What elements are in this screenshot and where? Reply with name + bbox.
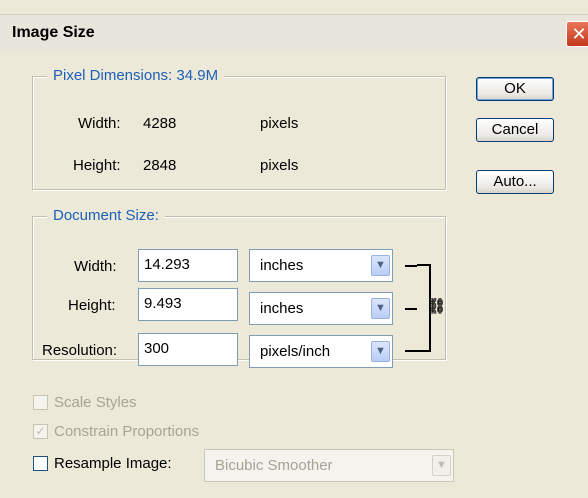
resolution-value: 300: [144, 340, 170, 357]
resolution-unit-select[interactable]: pixels/inch ▼: [249, 335, 393, 368]
doc-width-unit: inches: [260, 257, 304, 274]
pixel-dimensions-label: Pixel Dimensions:: [53, 67, 173, 84]
doc-height-label: Height:: [68, 297, 116, 314]
chevron-down-icon[interactable]: ▼: [371, 341, 390, 362]
doc-height-value: 9.493: [144, 295, 182, 312]
chevron-down-icon[interactable]: ▼: [371, 298, 390, 319]
dialog-body: Pixel Dimensions: 34.9M Width: 4288 pixe…: [0, 52, 588, 498]
doc-height-unit-select[interactable]: inches ▼: [249, 292, 393, 325]
pixel-dimensions-size: 34.9M: [176, 67, 219, 84]
pixel-dimensions-group: Pixel Dimensions: 34.9M Width: 4288 pixe…: [32, 67, 446, 190]
resample-image-label: Resample Image:: [54, 455, 172, 472]
scale-styles-checkbox[interactable]: [33, 395, 48, 410]
dialog-title: Image Size: [12, 24, 95, 41]
title-bar: Image Size ✕: [0, 14, 588, 52]
pixel-height-value: 2848: [143, 157, 177, 174]
resolution-label: Resolution:: [42, 342, 118, 359]
cancel-button[interactable]: Cancel: [476, 118, 554, 142]
doc-width-label: Width:: [74, 258, 117, 275]
document-size-legend: Document Size:: [47, 207, 165, 224]
scale-styles-label: Scale Styles: [54, 394, 137, 411]
resample-method: Bicubic Smoother: [215, 457, 333, 474]
pixel-height-label: Height:: [73, 157, 121, 174]
pixel-dimensions-legend: Pixel Dimensions: 34.9M: [47, 67, 225, 84]
auto-button[interactable]: Auto...: [476, 170, 554, 194]
chain-link-icon: ⛓: [427, 298, 447, 315]
chevron-down-icon[interactable]: ▼: [371, 255, 390, 276]
doc-height-unit: inches: [260, 300, 304, 317]
resolution-unit: pixels/inch: [260, 343, 331, 360]
close-icon[interactable]: ✕: [566, 21, 588, 47]
chevron-down-icon[interactable]: ▼: [432, 455, 451, 476]
resolution-field[interactable]: 300: [138, 333, 238, 366]
pixel-width-unit: pixels: [260, 115, 299, 132]
link-bracket-tick-bottom: [405, 350, 417, 352]
pixel-width-label: Width:: [78, 115, 121, 132]
constrain-proportions-label: Constrain Proportions: [54, 423, 200, 440]
pixel-width-value: 4288: [143, 115, 177, 132]
resample-image-checkbox[interactable]: [33, 456, 48, 471]
constrain-proportions-checkbox[interactable]: ✓: [33, 424, 48, 439]
resample-method-select[interactable]: Bicubic Smoother ▼: [204, 449, 454, 482]
doc-height-field[interactable]: 9.493: [138, 288, 238, 321]
doc-width-value: 14.293: [144, 256, 190, 273]
checkmark-icon: ✓: [35, 424, 46, 438]
doc-width-field[interactable]: 14.293: [138, 249, 238, 282]
link-bracket-tick-top: [405, 265, 417, 267]
pixel-height-unit: pixels: [260, 157, 299, 174]
ok-button[interactable]: OK: [476, 77, 554, 101]
image-size-dialog: Image Size ✕ Pixel Dimensions: 34.9M Wid…: [0, 0, 588, 498]
link-bracket-tick-mid: [405, 308, 417, 310]
doc-width-unit-select[interactable]: inches ▼: [249, 249, 393, 282]
